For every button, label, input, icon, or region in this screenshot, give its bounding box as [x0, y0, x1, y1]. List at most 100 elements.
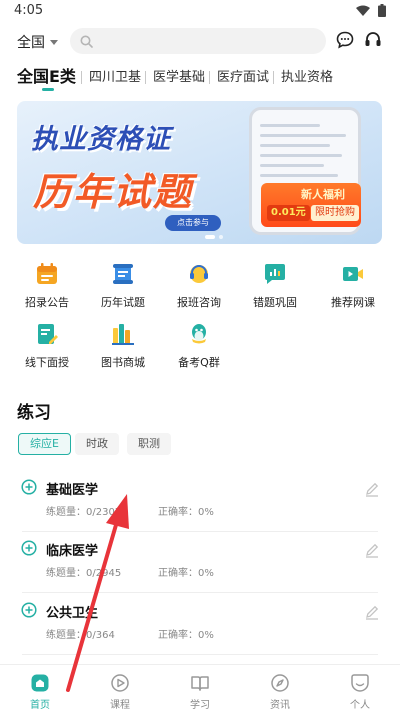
expand-plus-icon[interactable]: [21, 602, 37, 618]
grid-item-book-mall[interactable]: 图书商城: [88, 322, 158, 378]
home-icon: [31, 674, 49, 692]
edit-note-icon: [38, 324, 58, 344]
pencil-icon[interactable]: [364, 481, 380, 497]
row-divider: [22, 592, 378, 593]
compass-icon: [271, 674, 289, 692]
grid-label: 推荐网课: [331, 296, 375, 309]
carousel-indicator: [205, 235, 223, 239]
customer-service-icon[interactable]: [364, 31, 382, 49]
region-label: 全国: [17, 35, 45, 51]
tab-practice-qualification[interactable]: 执业资格: [281, 66, 333, 85]
subject-row[interactable]: 公共卫生 练题量：0/364 正确率：0%: [0, 602, 400, 664]
calendar-icon: [37, 263, 57, 284]
bottom-navigation: 首页 课程 学习 资讯 个人: [0, 664, 400, 712]
nav-label: 个人: [350, 700, 370, 711]
tab-quanguo-e[interactable]: 全国E类: [17, 63, 76, 87]
banner-cta-button[interactable]: 点击参与: [165, 215, 221, 231]
expand-plus-icon[interactable]: [21, 479, 37, 495]
profile-smile-icon: [351, 674, 369, 692]
subject-row[interactable]: 基础医学 练题量：0/2307 正确率：0%: [0, 479, 400, 541]
status-bar: 4:05: [0, 0, 400, 22]
row-divider: [22, 531, 378, 532]
book-icon: [191, 676, 209, 691]
search-icon: [80, 35, 93, 48]
headset-icon: [190, 265, 208, 283]
subject-question-count: 练题量：0/364: [46, 630, 115, 641]
nav-study[interactable]: 学习: [160, 665, 240, 712]
tab-divider: [273, 71, 274, 84]
nav-profile[interactable]: 个人: [320, 665, 400, 712]
category-tabs: 全国E类 四川卫基 医学基础 医疗面试 执业资格: [0, 62, 400, 92]
grid-item-recommended-courses[interactable]: 推荐网课: [318, 262, 388, 318]
subject-name: 基础医学: [46, 483, 99, 498]
nav-home[interactable]: 首页: [0, 665, 80, 712]
grid-item-qq-group[interactable]: 备考Q群: [164, 322, 234, 378]
chip-aptitude-test[interactable]: 职测: [127, 433, 171, 455]
play-circle-icon: [111, 674, 129, 692]
promo-banner[interactable]: 执业资格证 历年试题 点击参与 新人福利 0.01元 限时抢购: [17, 101, 382, 244]
grid-item-class-consult[interactable]: 报班咨询: [164, 262, 234, 318]
grid-label: 备考Q群: [178, 356, 220, 369]
subject-name: 临床医学: [46, 544, 99, 559]
row-divider: [22, 654, 378, 655]
grid-label: 线下面授: [25, 356, 69, 369]
battery-icon: [378, 4, 386, 17]
promo-price: 0.01元: [267, 205, 310, 221]
promo-tag: 限时抢购: [311, 205, 359, 221]
grid-label: 图书商城: [101, 356, 145, 369]
grid-label: 历年试题: [101, 296, 145, 309]
subject-question-count: 练题量：0/2307: [46, 507, 122, 518]
grid-item-recruitment-notice[interactable]: 招录公告: [12, 262, 82, 318]
chat-chart-icon: [265, 264, 285, 284]
grid-item-past-exams[interactable]: 历年试题: [88, 262, 158, 318]
wifi-icon: [356, 5, 370, 16]
tab-sichuan-weiji[interactable]: 四川卫基: [89, 66, 141, 85]
grid-label: 招录公告: [25, 296, 69, 309]
chip-current-affairs[interactable]: 时政: [75, 433, 119, 455]
banner-title-line1: 执业资格证: [31, 124, 171, 155]
message-icon[interactable]: [336, 31, 354, 49]
video-icon: [343, 267, 363, 281]
grid-item-offline-teaching[interactable]: 线下面授: [12, 322, 82, 378]
caret-down-icon: [50, 39, 58, 45]
pencil-icon[interactable]: [364, 604, 380, 620]
grid-item-wrong-review[interactable]: 错题巩固: [240, 262, 310, 318]
practice-section-title: 练习: [17, 403, 51, 423]
nav-label: 资讯: [270, 700, 290, 711]
qq-penguin-icon: [192, 324, 206, 344]
status-time: 4:05: [14, 3, 44, 18]
region-selector[interactable]: 全国: [17, 32, 58, 52]
expand-plus-icon[interactable]: [21, 540, 37, 556]
books-icon: [112, 324, 134, 345]
chip-zongying-e[interactable]: 综应E: [18, 433, 71, 455]
subject-question-count: 练题量：0/2945: [46, 568, 122, 579]
subject-accuracy: 正确率：0%: [158, 630, 214, 641]
tab-divider: [145, 71, 146, 84]
subject-accuracy: 正确率：0%: [158, 568, 214, 579]
subject-row[interactable]: 临床医学 练题量：0/2945 正确率：0%: [0, 540, 400, 602]
nav-label: 课程: [110, 700, 130, 711]
tab-divider: [209, 71, 210, 84]
nav-label: 学习: [190, 700, 210, 711]
carousel-dot: [219, 235, 223, 239]
subject-name: 公共卫生: [46, 606, 99, 621]
promo-title: 新人福利: [301, 188, 345, 201]
subject-accuracy: 正确率：0%: [158, 507, 214, 518]
nav-courses[interactable]: 课程: [80, 665, 160, 712]
pencil-icon[interactable]: [364, 542, 380, 558]
newcomer-promo-badge: 新人福利 0.01元 限时抢购: [261, 183, 361, 227]
nav-label: 首页: [30, 700, 50, 711]
search-input[interactable]: [70, 28, 326, 54]
scroll-icon: [113, 264, 133, 284]
tab-medical-interview[interactable]: 医疗面试: [217, 66, 269, 85]
active-tab-indicator: [42, 88, 54, 91]
status-icons: [356, 4, 386, 17]
banner-title-line2: 历年试题: [33, 170, 194, 214]
header: 全国: [0, 24, 400, 58]
tab-medical-basics[interactable]: 医学基础: [153, 66, 205, 85]
tab-divider: [81, 71, 82, 84]
nav-news[interactable]: 资讯: [240, 665, 320, 712]
grid-label: 错题巩固: [253, 296, 297, 309]
grid-label: 报班咨询: [177, 296, 221, 309]
carousel-dot-active: [205, 235, 215, 239]
